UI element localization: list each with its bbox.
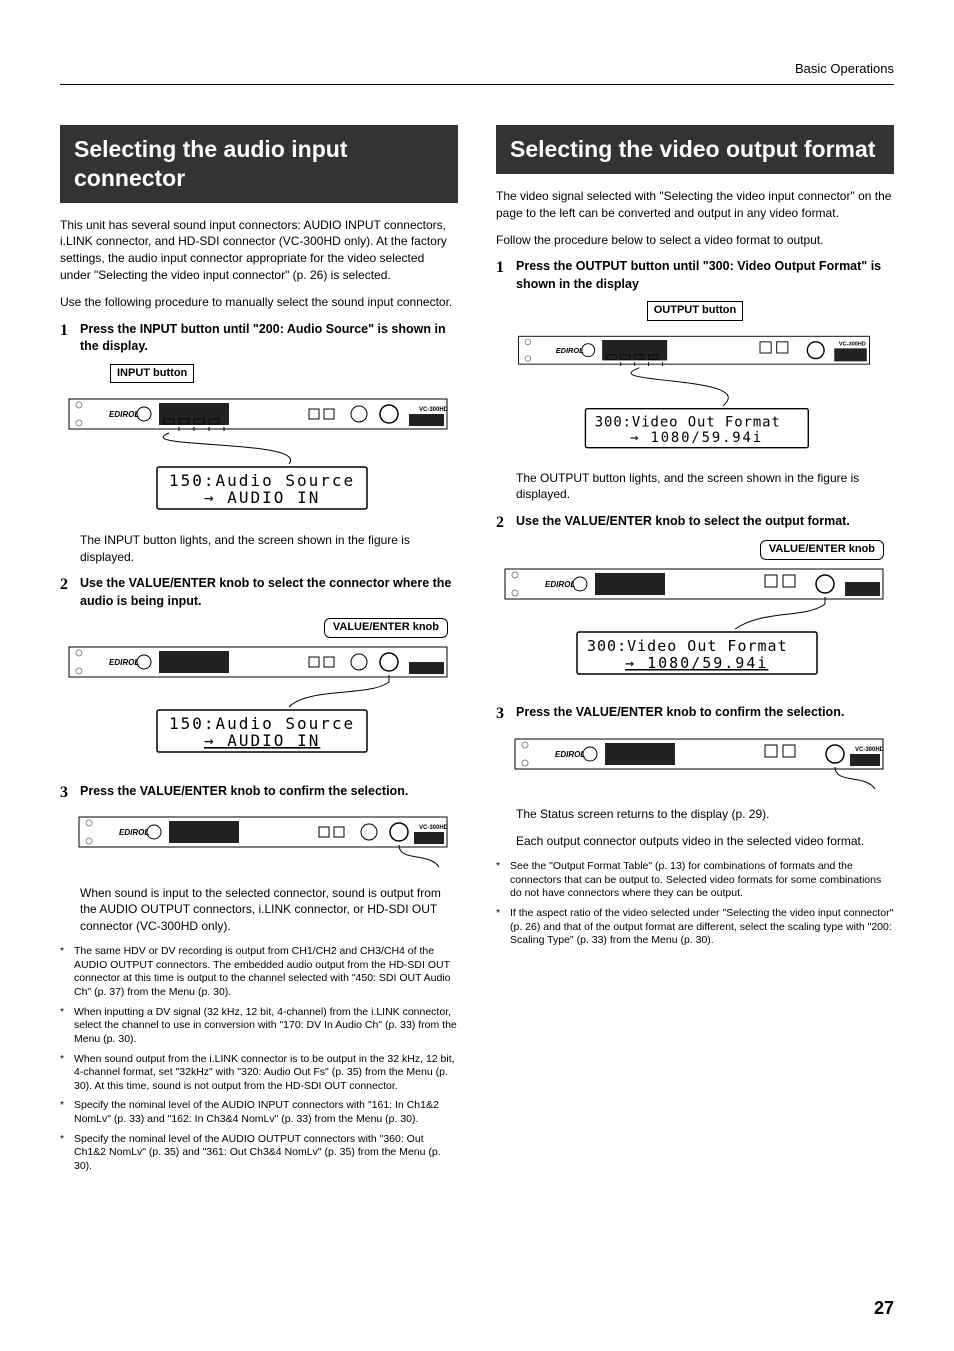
note-text: Specify the nominal level of the AUDIO I… [74,1099,458,1126]
step-number: 3 [60,783,80,802]
right-column: Selecting the video output format The vi… [496,125,894,1179]
note-text: The same HDV or DV recording is output f… [74,945,458,1000]
output-button-label: OUTPUT button [647,301,743,320]
svg-text:EDIROL: EDIROL [119,828,149,837]
step-text: Press the VALUE/ENTER knob to confirm th… [80,783,408,802]
audio-after-3: When sound is input to the selected conn… [60,885,458,935]
audio-intro-1: This unit has several sound input connec… [60,217,458,284]
audio-step-3: 3 Press the VALUE/ENTER knob to confirm … [60,783,458,802]
device-diagram-video-3: EDIROL VC-300HD [496,734,894,794]
step-text: Use the VALUE/ENTER knob to select the c… [80,575,458,610]
video-step-3: 3 Press the VALUE/ENTER knob to confirm … [496,704,894,723]
audio-intro-2: Use the following procedure to manually … [60,294,458,311]
value-knob-label: VALUE/ENTER knob [324,618,448,637]
video-after-3b: Each output connector outputs video in t… [496,833,894,850]
svg-text:300:Video Out Format: 300:Video Out Format [587,637,788,655]
header-rule [60,84,894,85]
video-step-2: 2 Use the VALUE/ENTER knob to select the… [496,513,894,532]
device-diagram-video-2: EDIROL 300:Video Out Format → 1080/59.94… [496,564,894,684]
device-diagram-audio-2: EDIROL 150:Audio Source → AUDIO IN [60,642,458,762]
svg-text:VC-300HD: VC-300HD [419,407,449,413]
audio-step-2: 2 Use the VALUE/ENTER knob to select the… [60,575,458,610]
audio-step-1: 1 Press the INPUT button until "200: Aud… [60,321,458,356]
step-number: 2 [60,575,80,610]
svg-text:VC-300HD: VC-300HD [419,825,449,831]
note-text: Specify the nominal level of the AUDIO O… [74,1133,458,1174]
video-step-1: 1 Press the OUTPUT button until "300: Vi… [496,258,894,293]
svg-text:EDIROL: EDIROL [545,580,575,589]
step-text: Use the VALUE/ENTER knob to select the o… [516,513,850,532]
svg-text:VC-300HD: VC-300HD [839,341,866,347]
page-header: Basic Operations [60,60,894,78]
step-number: 1 [496,258,516,293]
svg-text:→ AUDIO IN: → AUDIO IN [204,731,320,750]
video-intro-1: The video signal selected with "Selectin… [496,188,894,222]
device-diagram-audio-1: EDIROL VC-300HD 150:Audio Source → AUDIO… [60,389,458,519]
audio-notes: *The same HDV or DV recording is output … [60,945,458,1174]
video-intro-2: Follow the procedure below to select a v… [496,232,894,249]
note-text: If the aspect ratio of the video selecte… [510,907,894,948]
svg-text:→ 1080/59.94i: → 1080/59.94i [630,430,763,446]
video-after-1: The OUTPUT button lights, and the screen… [496,470,894,504]
step-number: 2 [496,513,516,532]
device-diagram-audio-3: EDIROL VC-300HD [60,812,458,872]
video-heading: Selecting the video output format [496,125,894,174]
note-text: When inputting a DV signal (32 kHz, 12 b… [74,1006,458,1047]
step-number: 1 [60,321,80,356]
value-knob-label-2: VALUE/ENTER knob [760,540,884,559]
video-notes: *See the "Output Format Table" (p. 13) f… [496,860,894,948]
step-text: Press the VALUE/ENTER knob to confirm th… [516,704,844,723]
svg-text:300:Video Out Format: 300:Video Out Format [595,414,781,430]
step-number: 3 [496,704,516,723]
svg-text:→ 1080/59.94i: → 1080/59.94i [625,654,768,672]
audio-after-1: The INPUT button lights, and the screen … [60,532,458,566]
input-button-label: INPUT button [110,364,194,383]
svg-text:EDIROL: EDIROL [555,750,585,759]
audio-heading: Selecting the audio input connector [60,125,458,203]
device-diagram-video-1: EDIROL VC-300HD 300:Video Out Format → 1… [496,327,894,457]
svg-text:EDIROL: EDIROL [109,658,139,667]
page-number: 27 [874,1296,894,1321]
svg-text:EDIROL: EDIROL [556,346,584,355]
left-column: Selecting the audio input connector This… [60,125,458,1179]
svg-text:→ AUDIO IN: → AUDIO IN [204,488,320,507]
video-after-3a: The Status screen returns to the display… [496,806,894,823]
svg-text:VC-300HD: VC-300HD [855,747,885,753]
note-text: See the "Output Format Table" (p. 13) fo… [510,860,894,901]
step-text: Press the OUTPUT button until "300: Vide… [516,258,894,293]
svg-text:EDIROL: EDIROL [109,410,139,419]
step-text: Press the INPUT button until "200: Audio… [80,321,458,356]
note-text: When sound output from the i.LINK connec… [74,1053,458,1094]
